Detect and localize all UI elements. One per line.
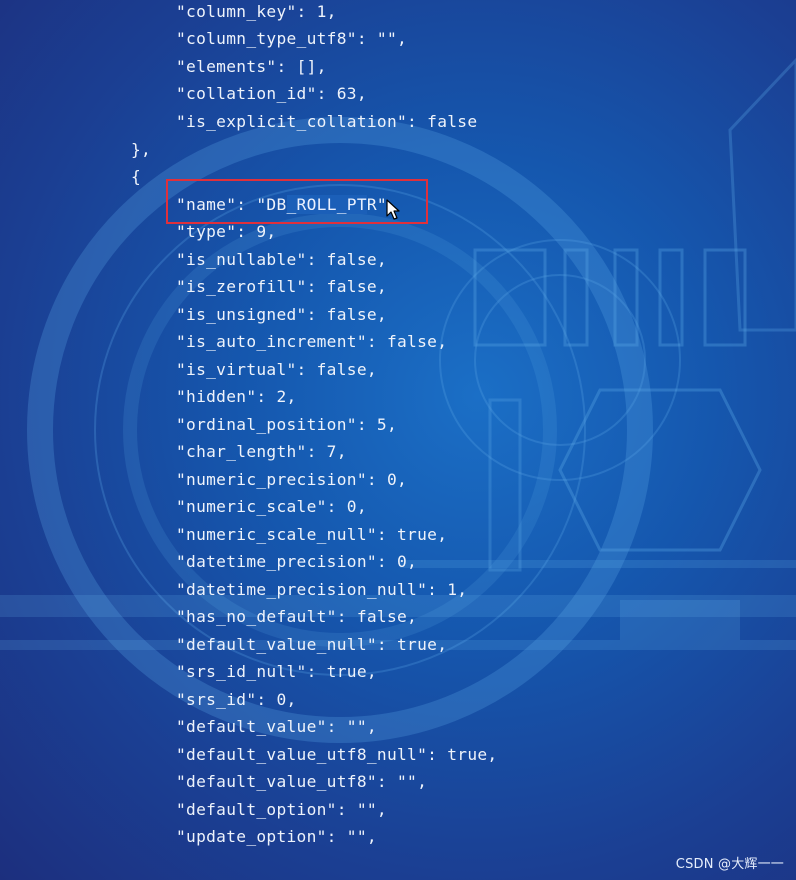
code-line: "collation_id": 63, [176,84,367,103]
watermark-text: CSDN @大辉一一 [675,857,784,872]
code-line: "is_unsigned": false, [176,305,387,324]
code-line: "update_option": "", [176,827,377,846]
code-line: "srs_id_null": true, [176,662,377,681]
code-line: "default_value_utf8_null": true, [176,745,498,764]
code-line: "datetime_precision": 0, [176,552,418,571]
code-line: "is_zerofill": false, [176,277,387,296]
code-line: "numeric_precision": 0, [176,470,408,489]
code-line: "default_value_null": true, [176,635,448,654]
code-line: "column_key": 1, [176,2,337,21]
code-line: "elements": [], [176,57,327,76]
code-line: "has_no_default": false, [176,607,418,626]
code-line: "numeric_scale": 0, [176,497,367,516]
code-line: "default_option": "", [176,800,387,819]
code-line: "srs_id": 0, [176,690,297,709]
code-line: }, [131,140,152,159]
code-line: "is_virtual": false, [176,360,377,379]
code-line: "is_nullable": false, [176,250,387,269]
code-line: "type": 9, [176,222,277,241]
code-line: "datetime_precision_null": 1, [176,580,468,599]
code-line: "default_value_utf8": "", [176,772,428,791]
code-line: "ordinal_position": 5, [176,415,398,434]
code-line: "is_auto_increment": false, [176,332,448,351]
code-line: "char_length": 7, [176,442,347,461]
code-line: "column_type_utf8": "", [176,29,408,48]
code-line: { [131,167,142,186]
mouse-pointer-icon [386,199,400,220]
code-line: "is_explicit_collation": false [176,112,478,131]
code-line: "hidden": 2, [176,387,297,406]
code-line: "numeric_scale_null": true, [176,525,448,544]
code-line: "default_value": "", [176,717,377,736]
